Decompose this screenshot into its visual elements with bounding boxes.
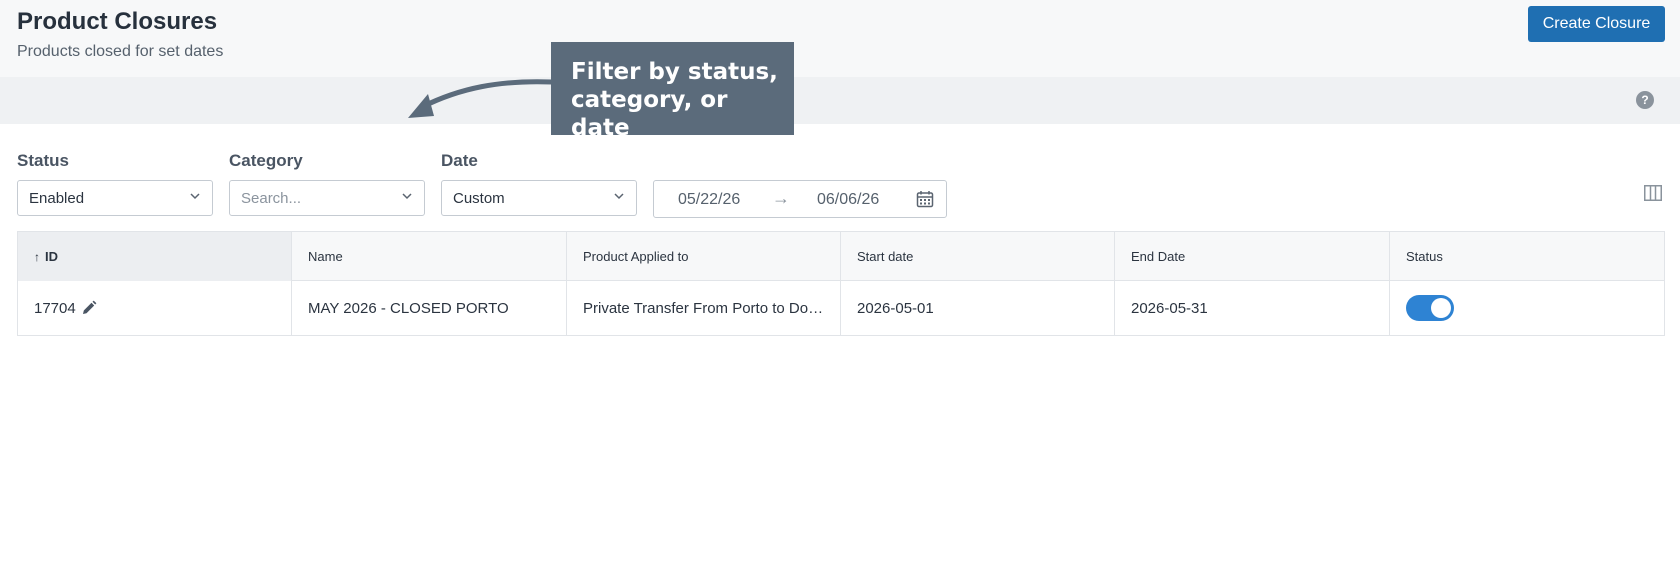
callout-arrow <box>408 79 555 118</box>
date-select[interactable]: Custom <box>441 180 637 216</box>
toggle-knob <box>1431 298 1451 318</box>
category-search-placeholder: Search... <box>241 189 302 207</box>
callout-tooltip: Filter by status, category, or date <box>551 42 794 141</box>
chevron-down-icon <box>402 193 412 200</box>
closures-table: ↑ ID Name Product Applied to Start date … <box>17 231 1665 336</box>
column-header-end-date[interactable]: End Date <box>1115 232 1390 281</box>
arrow-right-icon: → <box>772 188 790 208</box>
create-closure-button[interactable]: Create Closure <box>1528 6 1665 42</box>
date-filter-label: Date <box>441 151 478 170</box>
table-row: 17704 MAY 2026 - CLOSED PORTO Private Tr… <box>18 281 1664 335</box>
cell-name: MAY 2026 - CLOSED PORTO <box>292 281 567 335</box>
date-select-value: Custom <box>453 189 505 207</box>
cell-start-date: 2026-05-01 <box>841 281 1115 335</box>
product-applied-to: Private Transfer From Porto to Douro Val… <box>583 299 828 317</box>
page-header: Product Closures Products closed for set… <box>0 0 1680 77</box>
date-range-from[interactable]: 05/22/26 <box>678 191 740 209</box>
help-icon[interactable]: ? <box>1636 91 1654 109</box>
closure-id: 17704 <box>34 299 76 317</box>
status-filter-label: Status <box>17 151 69 170</box>
cell-status <box>1390 281 1664 335</box>
calendar-icon[interactable] <box>916 190 934 208</box>
column-header-product[interactable]: Product Applied to <box>567 232 841 281</box>
table-header: ↑ ID Name Product Applied to Start date … <box>18 232 1664 281</box>
column-header-name[interactable]: Name <box>292 232 567 281</box>
cell-end-date: 2026-05-31 <box>1115 281 1390 335</box>
page-subtitle: Products closed for set dates <box>17 43 224 60</box>
category-filter-label: Category <box>229 151 303 170</box>
cell-id: 17704 <box>18 281 292 335</box>
sort-ascending-icon: ↑ <box>34 249 40 264</box>
date-range-picker[interactable]: 05/22/26 → 06/06/26 <box>653 180 947 218</box>
toolbar <box>0 77 1680 124</box>
status-select-value: Enabled <box>29 189 85 207</box>
column-header-status[interactable]: Status <box>1390 232 1664 281</box>
date-range-to[interactable]: 06/06/26 <box>817 191 879 209</box>
category-search-select[interactable]: Search... <box>229 180 425 216</box>
status-toggle[interactable] <box>1406 295 1454 321</box>
page-title: Product Closures <box>17 8 218 35</box>
status-select[interactable]: Enabled <box>17 180 213 216</box>
chevron-down-icon <box>190 193 200 200</box>
columns-icon[interactable] <box>1644 185 1662 201</box>
chevron-down-icon <box>614 193 624 200</box>
column-header-start-date[interactable]: Start date <box>841 232 1115 281</box>
column-header-id[interactable]: ↑ ID <box>18 232 292 281</box>
pencil-icon[interactable] <box>81 300 97 316</box>
cell-product: Private Transfer From Porto to Douro Val… <box>567 281 841 335</box>
